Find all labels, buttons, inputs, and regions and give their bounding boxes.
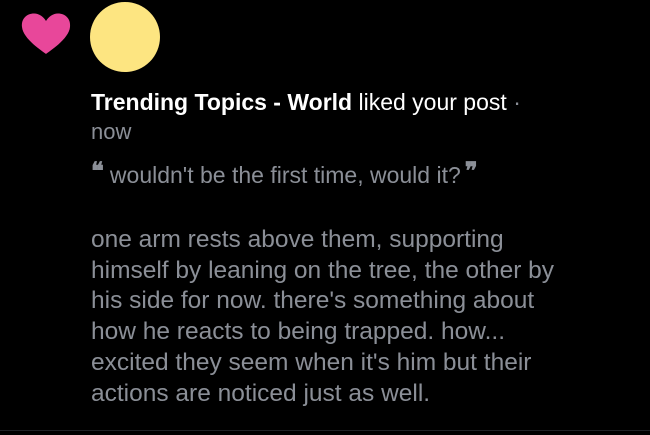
actor-name-link[interactable]: Trending Topics - World [91, 89, 352, 115]
excerpt-line: how he reacts to being trapped. how... [91, 318, 506, 346]
excerpt-line: actions are noticed just as well. [91, 379, 431, 407]
quote-text: wouldn't be the first time, would it? [109, 162, 461, 188]
quoted-text[interactable]: ❝ wouldn't be the first time, would it? ❞ [91, 156, 631, 190]
divider [0, 430, 650, 431]
heart-shape [21, 13, 71, 54]
close-quote-icon: ❞ [464, 156, 478, 185]
excerpt-line: his side for now. there's something abou… [91, 287, 535, 315]
excerpt-line: himself by leaning on the tree, the othe… [91, 256, 555, 284]
notification-header: Trending Topics - World liked your post … [91, 88, 631, 116]
like-notification[interactable]: Trending Topics - World liked your post … [0, 0, 650, 435]
post-excerpt[interactable]: one arm rests above them, supporting him… [91, 225, 636, 409]
action-text: liked your post [358, 89, 507, 115]
heart-icon [20, 12, 72, 56]
separator-dot: · [513, 89, 521, 115]
timestamp: now [91, 119, 132, 144]
avatar[interactable] [90, 2, 160, 72]
excerpt-line: one arm rests above them, supporting [91, 226, 504, 253]
open-quote-icon: ❝ [91, 156, 104, 185]
excerpt-line: excited they seem when it's him but thei… [91, 348, 532, 376]
